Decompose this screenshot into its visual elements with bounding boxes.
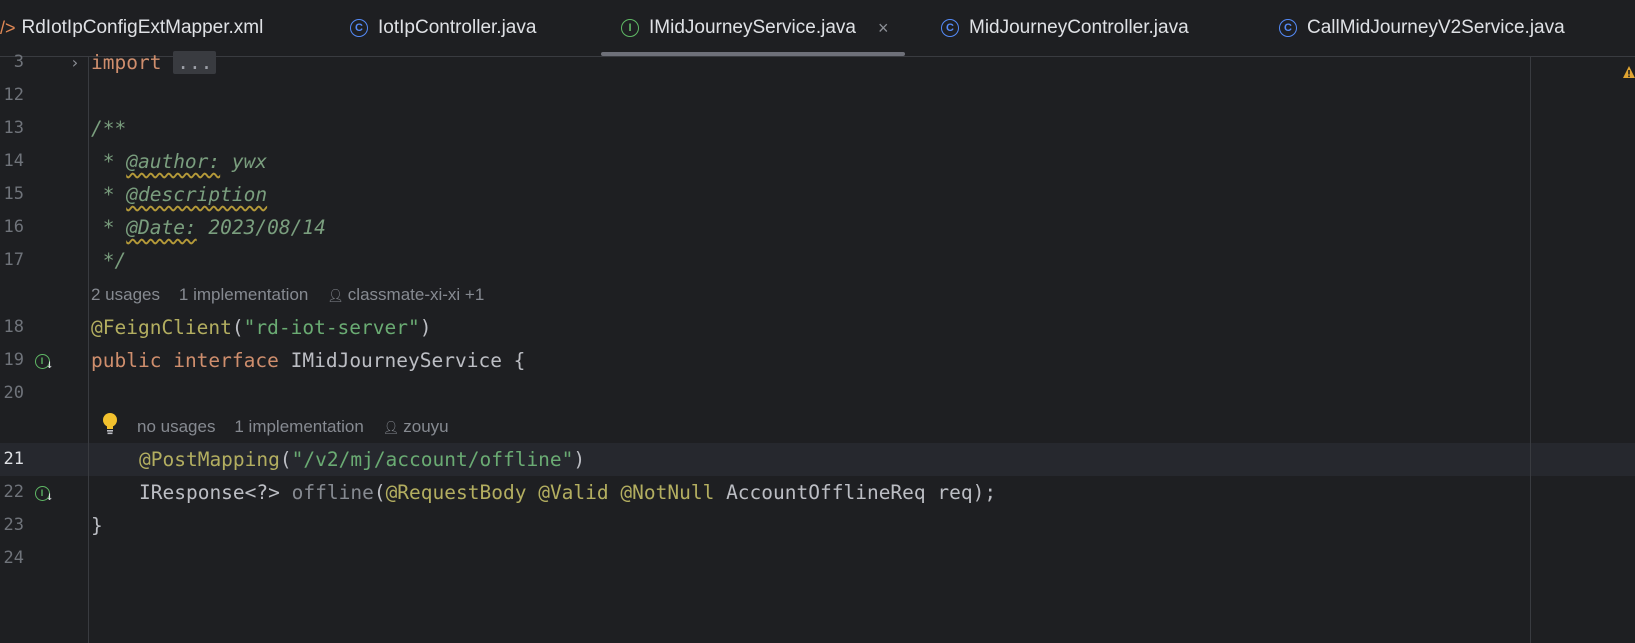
code-line-doc-open: /** [91, 117, 127, 140]
code-vision-method: no usages 1 implementation 👤︎ zouyu [137, 410, 449, 444]
tab-label: CallMidJourneyV2Service.java [1307, 17, 1565, 38]
lightbulb-icon[interactable] [100, 411, 120, 437]
implementations-hint[interactable]: 1 implementation [179, 285, 308, 304]
code-line-feignclient: @FeignClient("rd-iot-server") [91, 316, 432, 339]
line-number: 20 [3, 383, 24, 403]
close-tab-icon[interactable]: × [878, 18, 889, 39]
line-number: 15 [3, 184, 24, 204]
tab-label: MidJourneyController.java [969, 17, 1189, 38]
gutter-divider [88, 57, 89, 643]
code-line-import: import ... [91, 46, 217, 79]
class-icon: C [1279, 19, 1297, 37]
code-line-close-brace: } [91, 514, 103, 537]
line-number-current: 21 [3, 449, 24, 469]
code-line-doc-author: * @author: ywx [91, 150, 268, 173]
fold-chevron-icon[interactable]: › [70, 46, 80, 79]
code-line-postmapping: @PostMapping("/v2/mj/account/offline") [139, 448, 586, 471]
folded-imports[interactable]: ... [173, 51, 217, 74]
line-number: 16 [3, 217, 24, 237]
code-editor[interactable]: 3 12 13 14 15 16 17 18 19 20 21 22 23 24… [0, 51, 1635, 643]
code-line-doc-description: * @description [91, 183, 268, 206]
tab-midjourneycontroller-java[interactable]: C MidJourneyController.java [941, 0, 1189, 56]
interface-icon: I [621, 19, 639, 37]
author-hint[interactable]: classmate-xi-xi +1 [348, 285, 485, 304]
line-number: 12 [3, 85, 24, 105]
line-number: 18 [3, 317, 24, 337]
tab-imidjourneyservice-java[interactable]: I IMidJourneyService.java × [601, 0, 905, 56]
code-line-interface-decl: public interface IMidJourneyService { [91, 349, 526, 372]
line-number: 13 [3, 118, 24, 138]
right-margin-guide [1530, 57, 1531, 643]
tab-iotipcontroller-java[interactable]: C IotIpController.java [350, 0, 536, 56]
line-number: 22 [3, 482, 24, 502]
active-tab-indicator [601, 52, 905, 56]
user-icon: 👤︎ [327, 288, 344, 303]
tab-label: RdIotIpConfigExtMapper.xml [21, 17, 264, 38]
tab-callmidjourneyv2service-java[interactable]: C CallMidJourneyV2Service.java [1279, 0, 1565, 56]
code-line-doc-close: */ [91, 249, 127, 272]
class-icon: C [350, 19, 368, 37]
line-number: 3 [13, 52, 24, 72]
line-number: 23 [3, 515, 24, 535]
editor-tab-bar: /> RdIotIpConfigExtMapper.xml C IotIpCon… [0, 0, 1635, 57]
implemented-interface-icon[interactable]: I ↓ [33, 352, 53, 371]
tab-label: IMidJourneyService.java [649, 17, 856, 38]
usages-hint[interactable]: 2 usages [91, 285, 160, 304]
line-number: 14 [3, 151, 24, 171]
class-icon: C [941, 19, 959, 37]
code-vision-interface: 2 usages 1 implementation 👤︎ classmate-xi… [91, 278, 484, 312]
line-number: 17 [3, 250, 24, 270]
warning-icon[interactable] [1622, 65, 1635, 79]
code-line-doc-date: * @Date: 2023/08/14 [91, 216, 326, 239]
user-icon: 👤︎ [382, 420, 400, 435]
usages-hint[interactable]: no usages [137, 417, 215, 436]
author-hint[interactable]: zouyu [403, 417, 448, 436]
line-number: 19 [3, 350, 24, 370]
implemented-method-icon[interactable]: I ↓ [33, 484, 53, 503]
line-number: 24 [3, 548, 24, 568]
code-line-method-decl: IResponse<?> offline(@RequestBody @Valid… [139, 481, 997, 504]
tab-label: IotIpController.java [378, 17, 537, 38]
implementations-hint[interactable]: 1 implementation [234, 417, 363, 436]
xml-file-icon: /> [0, 17, 16, 38]
